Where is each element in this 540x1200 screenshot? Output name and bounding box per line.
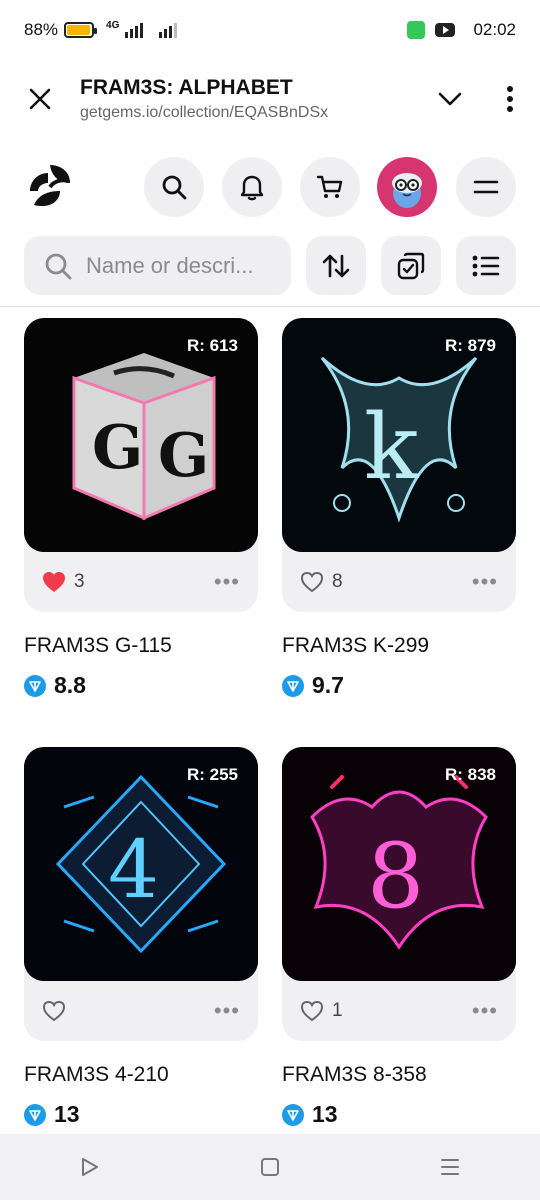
ton-icon: [24, 1103, 46, 1126]
notifications-button[interactable]: [222, 157, 282, 217]
nft-price: 8.8: [24, 672, 258, 699]
chevron-down-icon: [438, 92, 462, 106]
home-button[interactable]: [210, 1134, 330, 1200]
expand-button[interactable]: [420, 60, 480, 138]
nft-price: 9.7: [282, 672, 516, 699]
nft-price: 13: [24, 1101, 258, 1128]
nft-image[interactable]: 8 R: 838: [282, 747, 516, 981]
signal-icon: [159, 22, 178, 38]
nft-price: 13: [282, 1101, 516, 1128]
more-button[interactable]: [480, 60, 540, 138]
status-bar: 88% 4G 02:02: [0, 0, 540, 60]
heart-filled-icon: [43, 572, 65, 592]
divider: [0, 306, 540, 307]
like-count: 8: [332, 571, 343, 592]
ton-icon: [282, 1103, 304, 1126]
menu-icon: [473, 180, 499, 194]
nft-name: FRAM3S 4-210: [24, 1063, 169, 1086]
search-field[interactable]: [24, 236, 291, 295]
network-type: 4G: [106, 19, 120, 31]
close-icon: [29, 88, 51, 110]
ton-icon: [24, 674, 46, 697]
select-icon: [397, 252, 425, 279]
nft-card[interactable]: G G R: 613 3 ••• FRAM3S G-115 8.8: [24, 318, 258, 699]
search-icon: [162, 175, 187, 200]
search-input[interactable]: [86, 252, 276, 279]
recents-menu-icon: [441, 1159, 459, 1175]
cart-icon: [316, 175, 343, 198]
battery-icon: [64, 22, 98, 38]
more-options-button[interactable]: •••: [472, 998, 498, 1024]
like-button[interactable]: 3: [42, 571, 85, 593]
svg-text:k: k: [364, 395, 420, 500]
nft-image[interactable]: 4 R: 255: [24, 747, 258, 981]
rarity-rank: R: 838: [444, 765, 496, 784]
nft-image[interactable]: k R: 879: [282, 318, 516, 552]
list-view-icon: [472, 255, 500, 276]
nft-image[interactable]: G G R: 613: [24, 318, 258, 552]
cart-button[interactable]: [300, 157, 360, 217]
home-square-icon: [261, 1158, 279, 1176]
bell-icon: [240, 175, 264, 201]
heart-icon: [300, 571, 324, 593]
nft-card[interactable]: 4 R: 255 ••• FRAM3S 4-210 13: [24, 747, 258, 1128]
svg-text:4: 4: [108, 823, 159, 916]
search-button[interactable]: [144, 157, 204, 217]
ton-icon: [282, 674, 304, 697]
price-value: 13: [312, 1101, 338, 1127]
browser-url-bar: FRAM3S: ALPHABET getgems.io/collection/E…: [0, 60, 540, 138]
clock: 02:02: [473, 20, 516, 39]
logo-icon: [30, 165, 70, 207]
filter-toolbar: [0, 236, 540, 296]
like-count: 1: [332, 1000, 343, 1021]
like-button[interactable]: [42, 1000, 74, 1022]
close-button[interactable]: [0, 60, 80, 138]
nft-card[interactable]: 8 R: 838 1 ••• FRAM3S 8-358 13: [282, 747, 516, 1128]
more-options-button[interactable]: •••: [472, 569, 498, 595]
select-mode-button[interactable]: [381, 236, 441, 295]
price-value: 9.7: [312, 672, 344, 698]
page-url: getgems.io/collection/EQASBnDSx: [80, 104, 329, 121]
list-view-button[interactable]: [456, 236, 516, 295]
menu-button[interactable]: [456, 157, 516, 217]
rarity-rank: R: 879: [444, 336, 496, 355]
heart-icon: [300, 1000, 324, 1022]
user-avatar[interactable]: [377, 157, 437, 217]
svg-text:8: 8: [367, 824, 424, 929]
youtube-icon: [435, 23, 456, 37]
battery-percent: 88%: [24, 20, 59, 39]
back-button[interactable]: [30, 1134, 150, 1200]
signal-icon: [125, 22, 144, 38]
avatar-icon: [392, 173, 422, 208]
like-button[interactable]: 8: [300, 571, 343, 593]
like-count: 3: [74, 571, 85, 592]
search-icon: [45, 253, 72, 279]
getgems-logo[interactable]: [24, 161, 76, 213]
system-nav-bar: [0, 1134, 540, 1200]
more-options-button[interactable]: •••: [214, 998, 240, 1024]
rarity-rank: R: 255: [186, 765, 238, 784]
app-notification-icon: [407, 21, 426, 39]
page-title: FRAM3S: ALPHABET: [80, 76, 293, 99]
sort-icon: [322, 254, 350, 277]
back-triangle-icon: [82, 1158, 98, 1176]
nft-name: FRAM3S 8-358: [282, 1063, 427, 1086]
more-vertical-icon: [507, 86, 513, 112]
nft-name: FRAM3S K-299: [282, 634, 430, 657]
nft-card[interactable]: k R: 879 8 ••• FRAM3S K-299 9.7: [282, 318, 516, 699]
heart-icon: [42, 1000, 66, 1022]
url-area[interactable]: FRAM3S: ALPHABET getgems.io/collection/E…: [80, 76, 420, 122]
sort-button[interactable]: [306, 236, 366, 295]
price-value: 13: [54, 1101, 80, 1127]
more-options-button[interactable]: •••: [214, 569, 240, 595]
svg-text:G: G: [158, 421, 209, 491]
svg-text:G: G: [92, 413, 143, 483]
nft-name: FRAM3S G-115: [24, 634, 172, 657]
rarity-rank: R: 613: [186, 336, 238, 355]
site-header: [0, 155, 540, 219]
recents-button[interactable]: [390, 1134, 510, 1200]
price-value: 8.8: [54, 672, 86, 698]
like-button[interactable]: 1: [300, 1000, 343, 1022]
